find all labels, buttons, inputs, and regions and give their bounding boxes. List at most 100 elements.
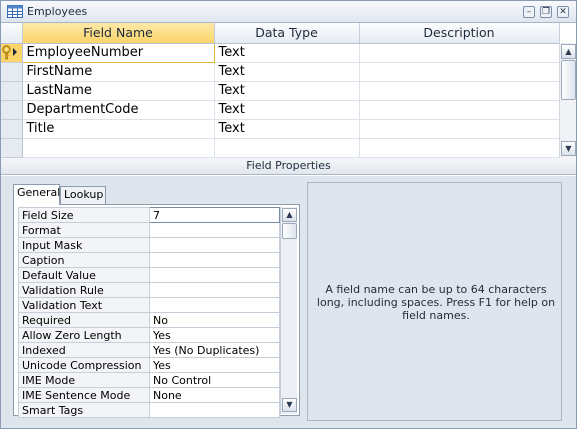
property-name: Unicode Compression <box>18 357 150 373</box>
property-sheet: Field Size 7 Format Input Mask Caption D… <box>18 207 280 418</box>
scroll-thumb[interactable] <box>561 60 576 100</box>
field-design-table: Field Name Data Type Description Employe… <box>1 23 560 158</box>
property-name: IME Mode <box>18 372 150 388</box>
grid-vertical-scrollbar[interactable]: ▲ ▼ <box>559 43 576 158</box>
data-type-cell[interactable]: Text <box>214 62 360 82</box>
property-value[interactable]: No Control <box>149 372 280 388</box>
scroll-up-button[interactable]: ▲ <box>282 208 297 222</box>
property-name: Required <box>18 312 150 328</box>
property-row[interactable]: Validation Text <box>18 297 280 313</box>
help-panel: A field name can be up to 64 characters … <box>307 182 562 421</box>
property-row[interactable]: Validation Rule <box>18 282 280 298</box>
scroll-up-button[interactable]: ▲ <box>561 44 576 59</box>
help-text: A field name can be up to 64 characters … <box>316 283 556 322</box>
tab-lookup[interactable]: Lookup <box>60 186 106 204</box>
row-selector[interactable] <box>1 81 23 101</box>
property-name: Input Mask <box>18 237 150 253</box>
window-title: Employees <box>27 5 88 18</box>
property-row[interactable]: Format <box>18 222 280 238</box>
close-button[interactable]: ✕ <box>557 6 569 18</box>
property-row[interactable]: Caption <box>18 252 280 268</box>
property-value[interactable]: No <box>149 312 280 328</box>
property-row[interactable]: IME Sentence Mode None <box>18 387 280 403</box>
column-header-data-type[interactable]: Data Type <box>214 23 360 44</box>
scroll-down-button[interactable]: ▼ <box>282 398 297 412</box>
properties-vertical-scrollbar[interactable]: ▲ ▼ <box>280 207 297 414</box>
property-value[interactable] <box>149 297 280 313</box>
property-value[interactable] <box>149 402 280 418</box>
property-row[interactable]: Allow Zero Length Yes <box>18 327 280 343</box>
tab-general[interactable]: General <box>13 184 60 205</box>
table-row[interactable] <box>1 138 560 158</box>
table-row[interactable]: LastName Text <box>1 81 560 101</box>
property-value[interactable]: 7 <box>149 207 280 223</box>
table-row[interactable]: Title Text <box>1 119 560 139</box>
select-all-corner[interactable] <box>1 23 23 44</box>
minimize-button[interactable]: – <box>523 6 535 18</box>
property-value[interactable] <box>149 267 280 283</box>
row-selector[interactable] <box>1 100 23 120</box>
description-cell[interactable] <box>359 119 560 139</box>
property-row[interactable]: Indexed Yes (No Duplicates) <box>18 342 280 358</box>
field-name-cell[interactable]: Title <box>22 119 215 139</box>
property-row[interactable]: Unicode Compression Yes <box>18 357 280 373</box>
field-name-cell[interactable]: LastName <box>22 81 215 101</box>
table-icon <box>7 5 23 18</box>
table-row[interactable]: EmployeeNumber Text <box>1 42 560 63</box>
property-value[interactable]: Yes <box>149 327 280 343</box>
key-icon <box>2 45 17 60</box>
property-value[interactable] <box>149 237 280 253</box>
property-row[interactable]: IME Mode No Control <box>18 372 280 388</box>
property-name: Indexed <box>18 342 150 358</box>
row-selector[interactable] <box>1 119 23 139</box>
grid-header-row: Field Name Data Type Description <box>1 23 560 44</box>
row-selector[interactable] <box>1 138 23 158</box>
restore-button[interactable]: ❐ <box>540 6 552 18</box>
property-name: Smart Tags <box>18 402 150 418</box>
scroll-thumb[interactable] <box>282 223 297 239</box>
table-row[interactable]: FirstName Text <box>1 62 560 82</box>
property-value[interactable]: None <box>149 387 280 403</box>
data-type-cell[interactable]: Text <box>214 119 360 139</box>
title-bar: Employees – ❐ ✕ <box>1 1 576 23</box>
description-cell[interactable] <box>359 138 560 158</box>
property-name: Default Value <box>18 267 150 283</box>
column-header-field-name[interactable]: Field Name <box>22 23 215 44</box>
property-value[interactable]: Yes (No Duplicates) <box>149 342 280 358</box>
property-value[interactable] <box>149 222 280 238</box>
description-cell[interactable] <box>359 43 560 63</box>
field-properties-header: Field Properties <box>1 158 576 175</box>
property-name: Validation Text <box>18 297 150 313</box>
property-name: Field Size <box>18 207 150 223</box>
description-cell[interactable] <box>359 81 560 101</box>
field-name-cell[interactable] <box>22 138 215 158</box>
data-type-cell[interactable] <box>214 138 360 158</box>
scroll-down-button[interactable]: ▼ <box>561 141 576 156</box>
data-type-cell[interactable]: Text <box>214 81 360 101</box>
data-type-cell[interactable]: Text <box>214 100 360 120</box>
table-row[interactable]: DepartmentCode Text <box>1 100 560 120</box>
property-name: Caption <box>18 252 150 268</box>
property-name: IME Sentence Mode <box>18 387 150 403</box>
description-cell[interactable] <box>359 62 560 82</box>
property-row[interactable]: Required No <box>18 312 280 328</box>
field-name-cell[interactable]: EmployeeNumber <box>21 42 215 63</box>
property-name: Format <box>18 222 150 238</box>
property-row[interactable]: Smart Tags <box>18 402 280 418</box>
property-value[interactable]: Yes <box>149 357 280 373</box>
row-selector[interactable] <box>1 62 23 82</box>
property-value[interactable] <box>149 252 280 268</box>
property-row[interactable]: Input Mask <box>18 237 280 253</box>
property-value[interactable] <box>149 282 280 298</box>
general-properties-panel: Field Size 7 Format Input Mask Caption D… <box>13 204 300 418</box>
field-name-cell[interactable]: FirstName <box>22 62 215 82</box>
row-selector[interactable] <box>1 43 23 63</box>
property-row[interactable]: Default Value <box>18 267 280 283</box>
property-name: Allow Zero Length <box>18 327 150 343</box>
description-cell[interactable] <box>359 100 560 120</box>
property-row[interactable]: Field Size 7 <box>18 207 280 223</box>
column-header-description[interactable]: Description <box>359 23 560 44</box>
field-name-cell[interactable]: DepartmentCode <box>22 100 215 120</box>
data-type-cell[interactable]: Text <box>214 43 360 63</box>
table-design-window: Employees – ❐ ✕ Field Name Data Type Des… <box>0 0 577 429</box>
